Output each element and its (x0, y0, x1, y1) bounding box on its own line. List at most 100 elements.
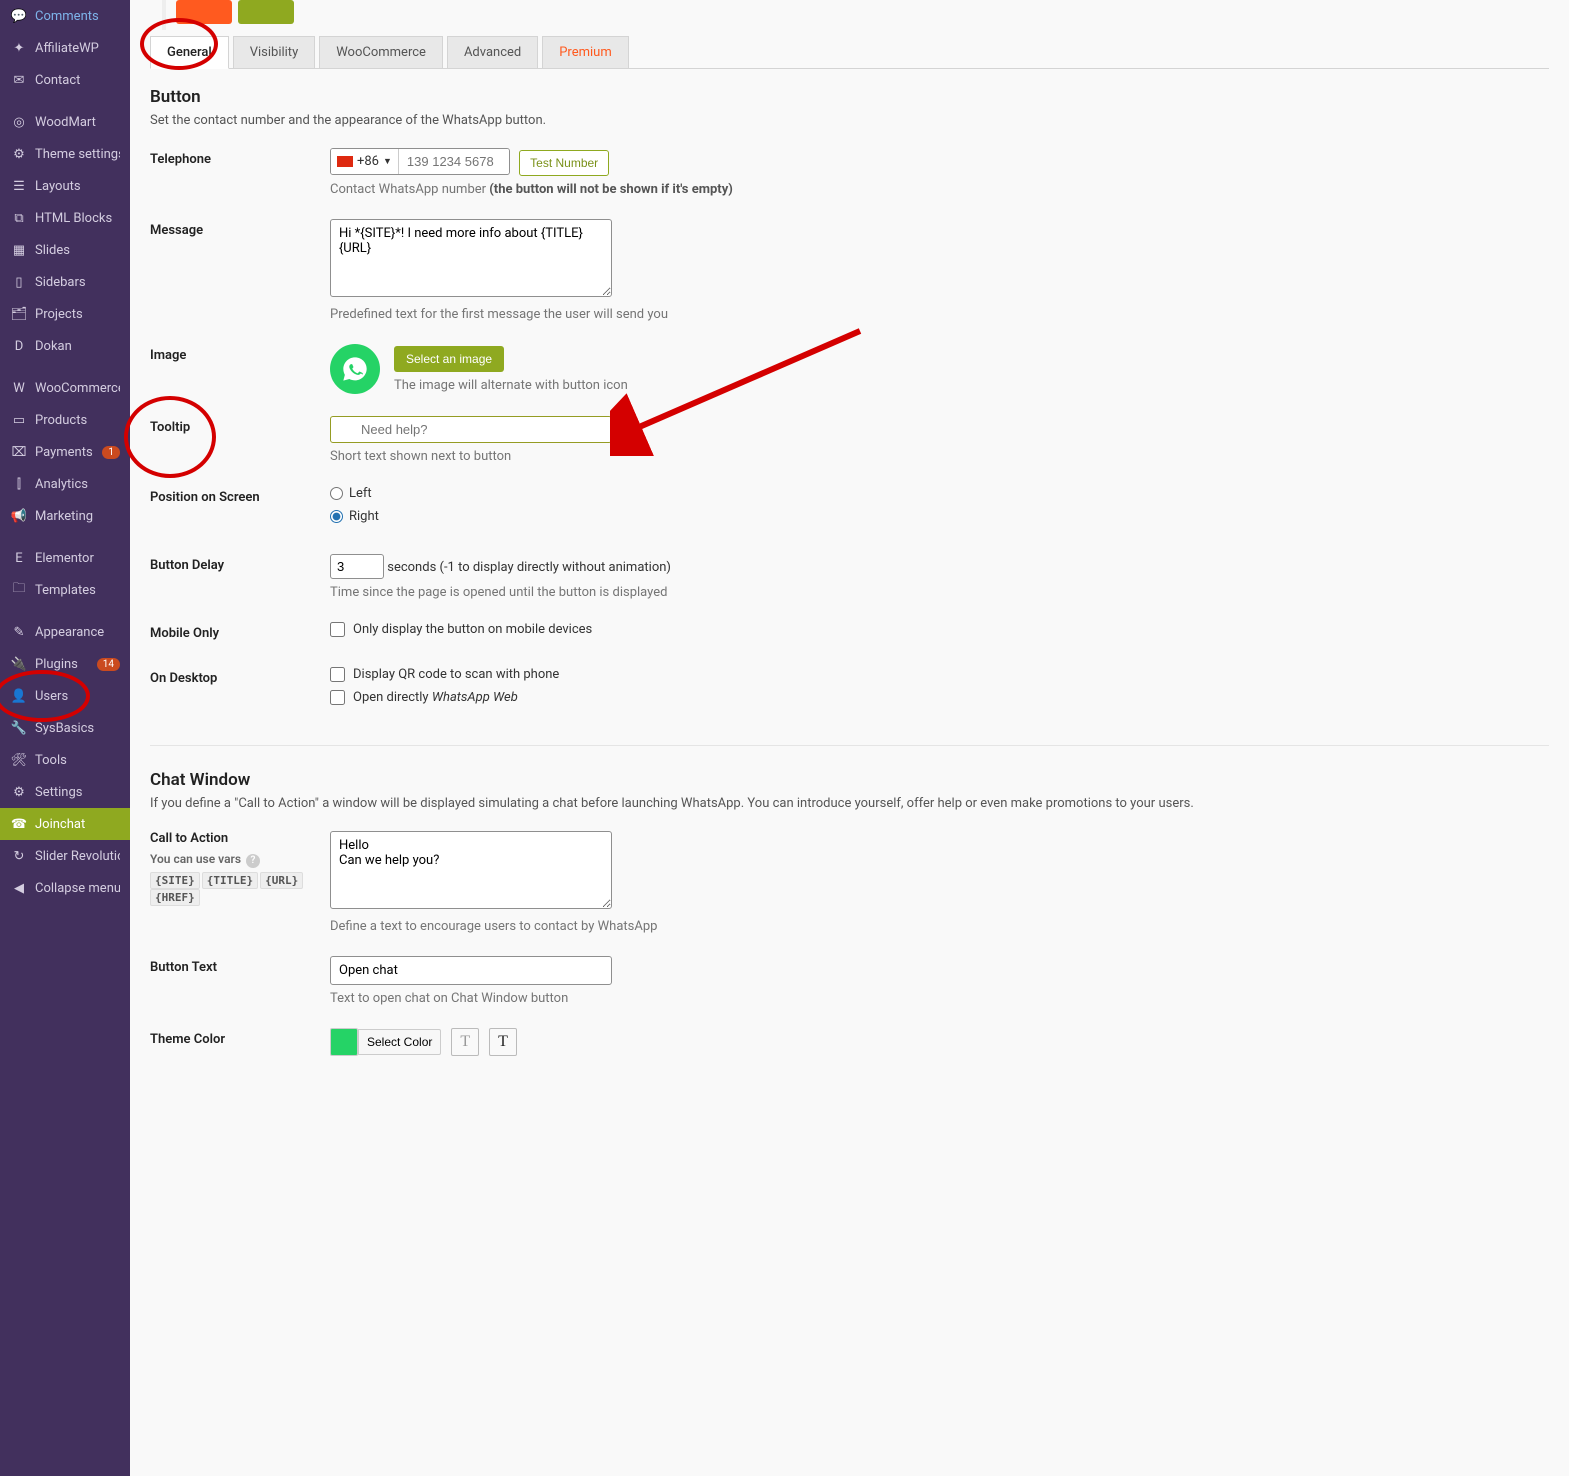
sidebar-item-sysbasics[interactable]: 🔧SysBasics (0, 712, 130, 744)
tooltip-input[interactable] (330, 416, 612, 443)
delay-label: Button Delay (150, 554, 330, 573)
position-left-radio[interactable]: Left (330, 486, 1030, 501)
section-title: Button (150, 87, 1549, 107)
message-help: Predefined text for the first message th… (330, 307, 1030, 322)
settings-tabs: GeneralVisibilityWooCommerceAdvancedPrem… (150, 36, 1549, 69)
code-icon: ⧉ (10, 209, 28, 227)
sliders-icon: ⚙ (10, 145, 28, 163)
badge: 14 (97, 658, 120, 671)
sidebar-item-templates[interactable]: 🗀Templates (0, 574, 130, 606)
archive-icon: ▭ (10, 411, 28, 429)
theme-light-toggle[interactable]: T (451, 1028, 479, 1056)
tab-premium[interactable]: Premium (542, 36, 629, 68)
color-swatch[interactable] (330, 1028, 358, 1056)
var-chip[interactable]: {HREF} (150, 889, 200, 906)
tools-icon: 🛠 (10, 751, 28, 769)
header-orange-button[interactable] (176, 0, 232, 24)
sidebar-item-theme-settings[interactable]: ⚙Theme settings (0, 138, 130, 170)
sidebar-item-tools[interactable]: 🛠Tools (0, 744, 130, 776)
chart-icon: ⫿ (10, 475, 28, 493)
d-icon: D (10, 337, 28, 355)
delay-suffix: seconds (-1 to display directly without … (387, 560, 671, 575)
e-icon: E (10, 549, 28, 567)
sidebar-item-sidebars[interactable]: ▯Sidebars (0, 266, 130, 298)
message-textarea[interactable]: Hi *{SITE}*! I need more info about {TIT… (330, 219, 612, 297)
theme-dark-toggle[interactable]: T (489, 1028, 517, 1056)
button-text-input[interactable] (330, 956, 612, 985)
briefcase-icon: 🗂 (10, 305, 28, 323)
mobile-label: Mobile Only (150, 622, 330, 641)
telephone-help: Contact WhatsApp number (the button will… (330, 182, 1030, 197)
sidebar-item-slides[interactable]: ▦Slides (0, 234, 130, 266)
whatsapp-icon: ☎ (10, 815, 28, 833)
tab-advanced[interactable]: Advanced (447, 36, 538, 68)
cta-help: Define a text to encourage users to cont… (330, 919, 1030, 934)
sidebar-item-collapse-menu[interactable]: ◀Collapse menu (0, 872, 130, 904)
columns-icon: ▯ (10, 273, 28, 291)
cta-label: Call to Action (150, 831, 330, 846)
test-number-button[interactable]: Test Number (519, 150, 609, 176)
desktop-label: On Desktop (150, 667, 330, 686)
tab-general[interactable]: General (150, 36, 229, 69)
sidebar-item-slider-revolution[interactable]: ↻Slider Revolution (0, 840, 130, 872)
slides-icon: ▦ (10, 241, 28, 259)
delay-help: Time since the page is opened until the … (330, 585, 1030, 600)
tooltip-help: Short text shown next to button (330, 449, 1030, 464)
sidebar-item-woocommerce[interactable]: WWooCommerce (0, 372, 130, 404)
layers-icon: ☰ (10, 177, 28, 195)
select-color-button[interactable]: Select Color (358, 1029, 441, 1055)
sidebar-item-payments[interactable]: ⌧Payments1 (0, 436, 130, 468)
telephone-input[interactable] (399, 149, 509, 174)
circle-icon: ◎ (10, 113, 28, 131)
sidebar-item-plugins[interactable]: 🔌Plugins14 (0, 648, 130, 680)
telephone-label: Telephone (150, 148, 330, 167)
wrench-icon: 🔧 (10, 719, 28, 737)
sidebar-item-joinchat[interactable]: ☎Joinchat (0, 808, 130, 840)
sidebar-item-marketing[interactable]: 📢Marketing (0, 500, 130, 532)
sidebar-item-projects[interactable]: 🗂Projects (0, 298, 130, 330)
sidebar-item-affiliatewp[interactable]: ✦AffiliateWP (0, 32, 130, 64)
china-flag-icon (337, 156, 353, 167)
sidebar-item-products[interactable]: ▭Products (0, 404, 130, 436)
country-code-selector[interactable]: +86 ▼ (331, 149, 399, 174)
desktop-web-checkbox[interactable]: Open directly WhatsApp Web (330, 690, 1030, 705)
megaphone-icon: 📢 (10, 507, 28, 525)
sidebar-item-appearance[interactable]: ✎Appearance (0, 616, 130, 648)
tab-woocommerce[interactable]: WooCommerce (319, 36, 443, 68)
settings-content: GeneralVisibilityWooCommerceAdvancedPrem… (130, 0, 1569, 1476)
var-chip[interactable]: {TITLE} (202, 872, 258, 889)
var-chip[interactable]: {SITE} (150, 872, 200, 889)
cta-textarea[interactable] (330, 831, 612, 909)
user-icon: 👤 (10, 687, 28, 705)
sidebar-item-contact[interactable]: ✉Contact (0, 64, 130, 96)
select-image-button[interactable]: Select an image (394, 346, 504, 372)
theme-color-label: Theme Color (150, 1028, 330, 1047)
folder-icon: 🗀 (10, 581, 28, 599)
vars-hint: You can use vars ? (150, 852, 330, 868)
mobile-only-checkbox[interactable]: Only display the button on mobile device… (330, 622, 1030, 637)
position-right-radio[interactable]: Right (330, 509, 1030, 524)
mail-icon: ✉ (10, 71, 28, 89)
brush-icon: ✎ (10, 623, 28, 641)
plug-icon: 🔌 (10, 655, 28, 673)
sidebar-item-analytics[interactable]: ⫿Analytics (0, 468, 130, 500)
sidebar-item-comments[interactable]: 💬Comments (0, 0, 130, 32)
header-green-button[interactable] (238, 0, 294, 24)
admin-sidebar: 💬Comments✦AffiliateWP✉Contact ◎WoodMart⚙T… (0, 0, 130, 1476)
sidebar-item-users[interactable]: 👤Users (0, 680, 130, 712)
desktop-qr-checkbox[interactable]: Display QR code to scan with phone (330, 667, 1030, 682)
var-chip[interactable]: {URL} (260, 872, 303, 889)
sidebar-item-html-blocks[interactable]: ⧉HTML Blocks (0, 202, 130, 234)
card-icon: ⌧ (10, 443, 28, 461)
sidebar-item-settings[interactable]: ⚙Settings (0, 776, 130, 808)
chat-section-desc: If you define a "Call to Action" a windo… (150, 796, 1549, 811)
sidebar-item-dokan[interactable]: DDokan (0, 330, 130, 362)
refresh-icon: ↻ (10, 847, 28, 865)
sidebar-item-layouts[interactable]: ☰Layouts (0, 170, 130, 202)
button-text-help: Text to open chat on Chat Window button (330, 991, 1030, 1006)
tab-visibility[interactable]: Visibility (233, 36, 316, 68)
position-label: Position on Screen (150, 486, 330, 505)
sidebar-item-woodmart[interactable]: ◎WoodMart (0, 106, 130, 138)
delay-input[interactable] (330, 554, 384, 579)
sidebar-item-elementor[interactable]: EElementor (0, 542, 130, 574)
